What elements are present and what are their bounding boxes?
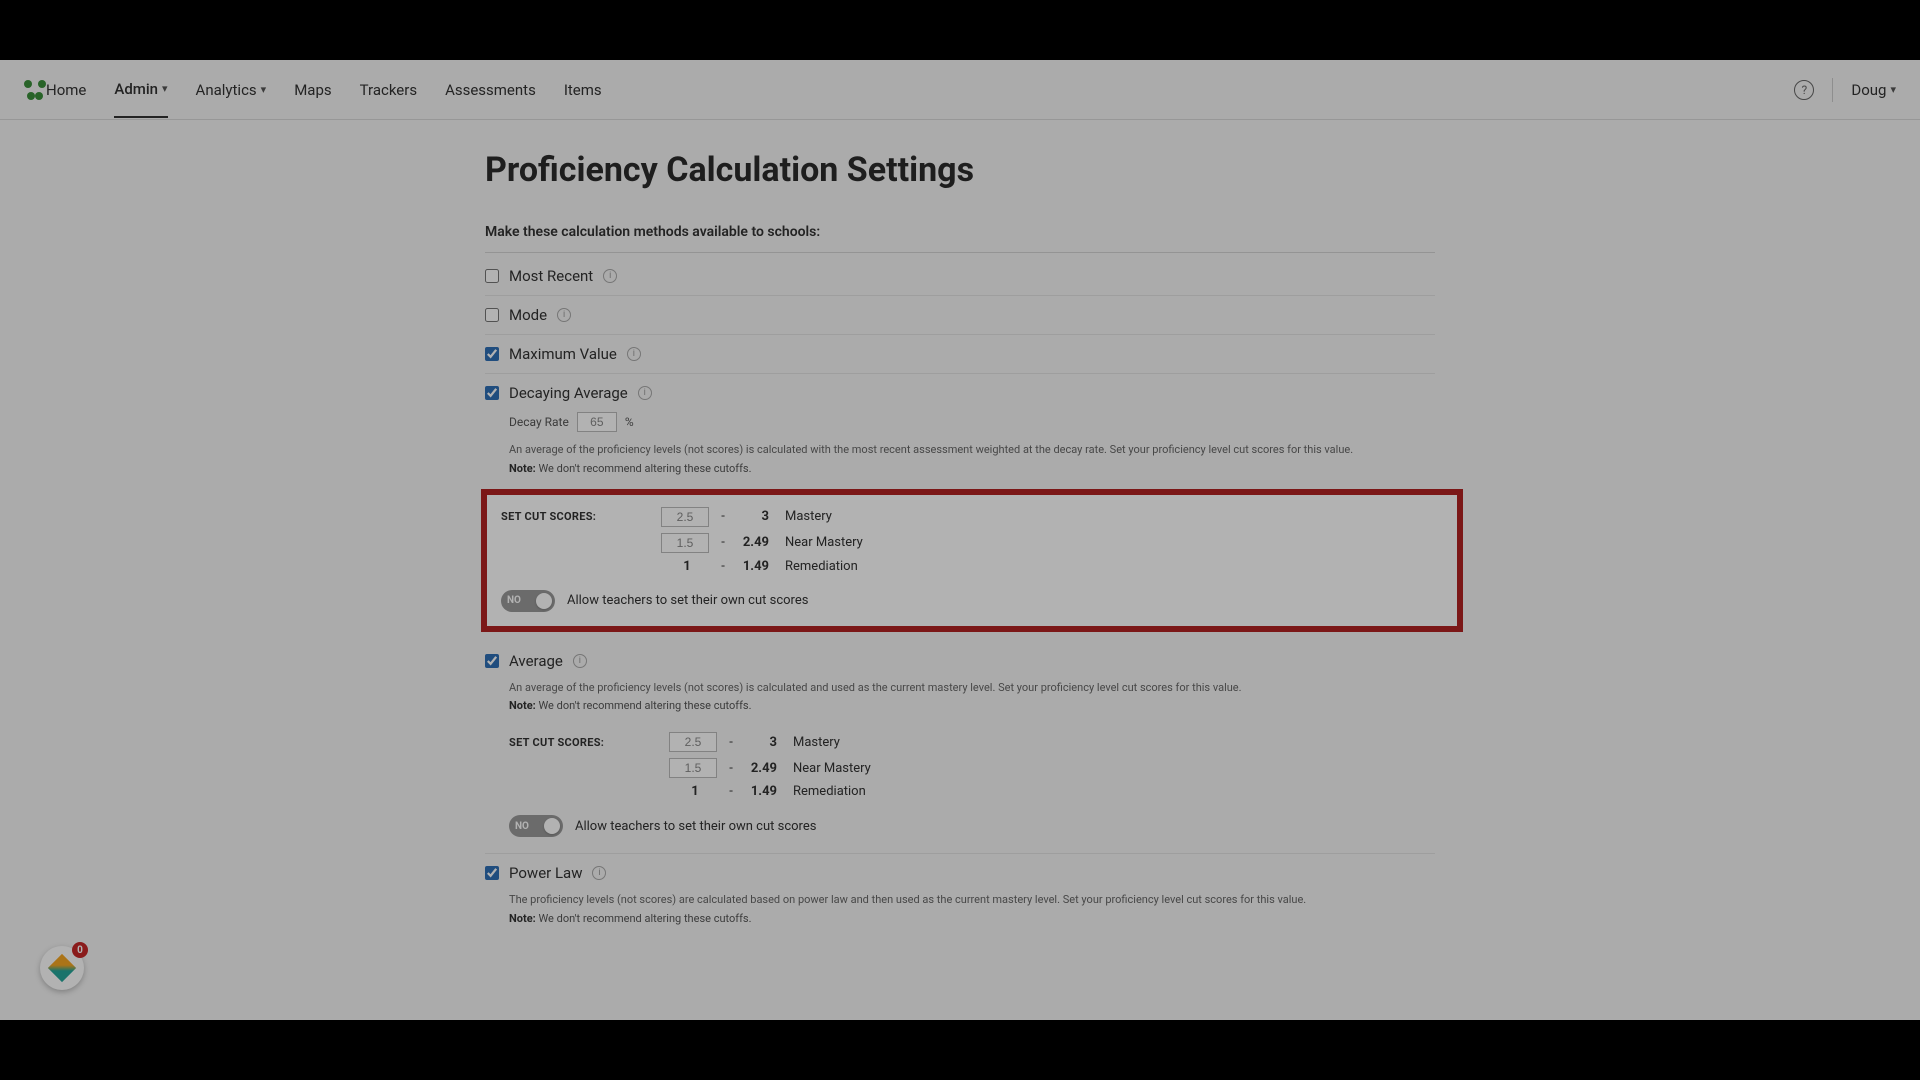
method-maximum-value: Maximum Value i (485, 335, 1435, 374)
decay-rate-unit: % (625, 415, 634, 429)
method-label: Power Law (509, 864, 582, 882)
method-note: Note: We don't recommend altering these … (509, 462, 1435, 475)
user-name: Doug (1851, 81, 1886, 99)
nav-admin[interactable]: Admin ▾ (114, 62, 167, 118)
checkbox-mode[interactable] (485, 308, 499, 322)
checkbox-power-law[interactable] (485, 866, 499, 880)
method-power-law: Power Law i The proficiency levels (not … (485, 854, 1435, 935)
dash: - (713, 559, 733, 574)
chevron-down-icon: ▾ (261, 83, 267, 96)
dash: - (721, 761, 741, 776)
toggle-description: Allow teachers to set their own cut scor… (575, 819, 816, 834)
method-note: Note: We don't recommend altering these … (509, 912, 1435, 925)
cut-low-remediation: 1 (669, 784, 721, 799)
allow-teacher-toggle[interactable]: NO (509, 815, 563, 837)
method-most-recent: Most Recent i (485, 257, 1435, 296)
divider (1832, 78, 1833, 102)
method-label: Average (509, 652, 563, 670)
cut-high-near-mastery: 2.49 (741, 761, 783, 776)
cut-low-input-near-mastery[interactable] (661, 533, 709, 553)
cut-high-remediation: 1.49 (741, 784, 783, 799)
cut-label-mastery: Mastery (775, 509, 1443, 524)
cut-scores-decaying-average: Set Cut Scores: - 3 Mastery - 2.49 Near … (481, 489, 1463, 632)
cut-high-mastery: 3 (733, 509, 775, 524)
cut-high-remediation: 1.49 (733, 559, 775, 574)
info-icon[interactable]: i (627, 347, 641, 361)
cut-high-near-mastery: 2.49 (733, 535, 775, 550)
nav-home[interactable]: Home (46, 63, 86, 117)
cut-high-mastery: 3 (741, 735, 783, 750)
cut-low-input-near-mastery[interactable] (669, 758, 717, 778)
nav-analytics[interactable]: Analytics ▾ (196, 63, 267, 117)
nav-items[interactable]: Items (564, 63, 602, 117)
allow-teacher-toggle[interactable]: NO (501, 590, 555, 612)
cut-scores-header: Set Cut Scores: (509, 736, 669, 749)
cut-low-remediation: 1 (661, 559, 713, 574)
info-icon[interactable]: i (573, 654, 587, 668)
decay-rate-input[interactable] (577, 412, 617, 432)
method-note: Note: We don't recommend altering these … (509, 699, 1435, 712)
cut-low-input-mastery[interactable] (669, 732, 717, 752)
toggle-state-label: NO (515, 821, 529, 832)
page-title: Proficiency Calculation Settings (485, 150, 1435, 190)
info-icon[interactable]: i (557, 308, 571, 322)
dash: - (721, 784, 741, 799)
nav-maps[interactable]: Maps (294, 63, 331, 117)
nav-admin-label: Admin (114, 80, 158, 98)
nav-analytics-label: Analytics (196, 81, 257, 99)
chevron-down-icon: ▾ (162, 82, 168, 95)
user-menu[interactable]: Doug ▾ (1851, 81, 1896, 99)
toggle-knob (536, 593, 552, 609)
method-label: Decaying Average (509, 384, 628, 402)
checkbox-average[interactable] (485, 654, 499, 668)
method-mode: Mode i (485, 296, 1435, 335)
info-icon[interactable]: i (638, 386, 652, 400)
cut-label-remediation: Remediation (775, 559, 1443, 574)
cut-label-mastery: Mastery (783, 735, 1435, 750)
dash: - (713, 509, 733, 524)
method-label: Most Recent (509, 267, 593, 285)
help-widget-badge: 0 (72, 942, 88, 958)
cut-label-near-mastery: Near Mastery (775, 535, 1443, 550)
toggle-description: Allow teachers to set their own cut scor… (567, 593, 808, 608)
top-nav-bar: Home Admin ▾ Analytics ▾ Maps Trackers A… (0, 60, 1920, 120)
cut-scores-average: Set Cut Scores: - 3 Mastery - 2.49 Near … (509, 726, 1435, 843)
app-logo (24, 80, 46, 100)
nav-assessments[interactable]: Assessments (445, 63, 536, 117)
method-average: Average i An average of the proficiency … (485, 642, 1435, 855)
method-label: Mode (509, 306, 547, 324)
method-label: Maximum Value (509, 345, 617, 363)
dash: - (713, 535, 733, 550)
method-description: An average of the proficiency levels (no… (509, 442, 1435, 459)
dash: - (721, 735, 741, 750)
checkbox-maximum-value[interactable] (485, 347, 499, 361)
method-decaying-average: Decaying Average i Decay Rate % An avera… (485, 374, 1435, 642)
nav-trackers[interactable]: Trackers (360, 63, 417, 117)
decay-rate-label: Decay Rate (509, 415, 569, 429)
toggle-state-label: NO (507, 595, 521, 606)
method-description: The proficiency levels (not scores) are … (509, 892, 1435, 909)
help-widget[interactable]: 0 (40, 946, 84, 990)
checkbox-most-recent[interactable] (485, 269, 499, 283)
cut-low-input-mastery[interactable] (661, 507, 709, 527)
chevron-down-icon: ▾ (1890, 83, 1896, 96)
section-subtitle: Make these calculation methods available… (485, 224, 1435, 253)
cut-label-near-mastery: Near Mastery (783, 761, 1435, 776)
info-icon[interactable]: i (592, 866, 606, 880)
method-description: An average of the proficiency levels (no… (509, 680, 1435, 697)
help-icon[interactable]: ? (1794, 80, 1814, 100)
cut-scores-header: Set Cut Scores: (501, 510, 661, 523)
info-icon[interactable]: i (603, 269, 617, 283)
cut-label-remediation: Remediation (783, 784, 1435, 799)
toggle-knob (544, 818, 560, 834)
checkbox-decaying-average[interactable] (485, 386, 499, 400)
